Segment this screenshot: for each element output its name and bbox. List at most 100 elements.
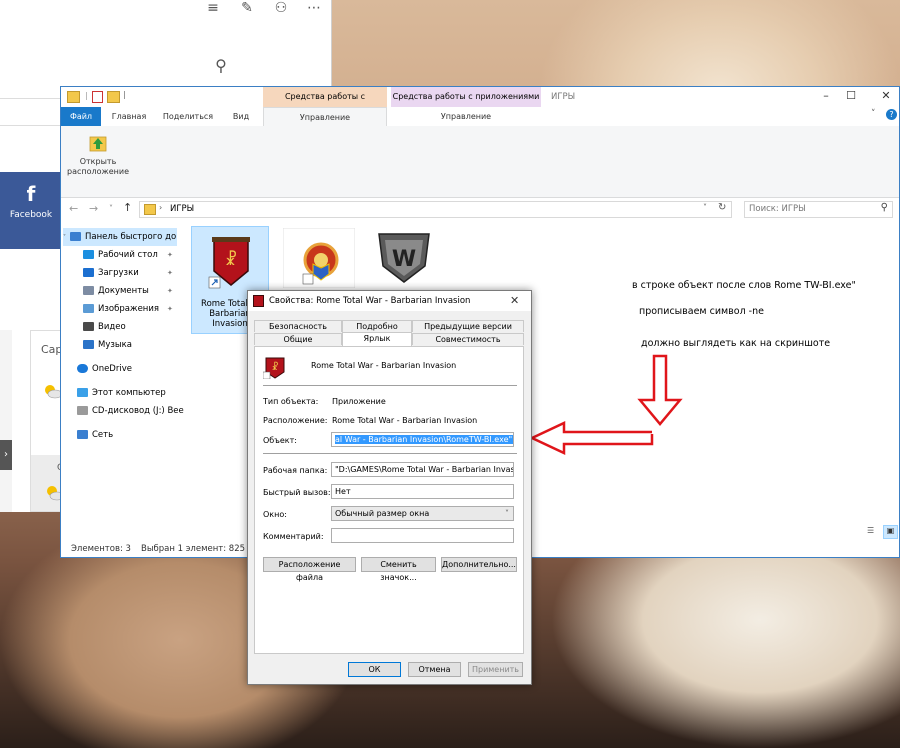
apply-button[interactable]: Применить	[468, 662, 523, 677]
address-folder-icon	[144, 204, 156, 215]
tab-previous-versions[interactable]: Предыдущие версии	[412, 320, 524, 332]
open-location-button[interactable]: Открыть расположение	[65, 130, 131, 190]
details-view-icon[interactable]: ☰	[867, 526, 879, 537]
nav-label: Видео	[98, 322, 126, 332]
tab-details[interactable]: Подробно	[342, 320, 412, 332]
change-icon-button[interactable]: Сменить значок...	[361, 557, 436, 582]
nav-label: Этот компьютер	[92, 388, 166, 398]
breadcrumb-chevron-icon: ›	[159, 203, 163, 212]
tab-manage-app[interactable]: Управление	[391, 107, 541, 126]
web-note-icon[interactable]: ✎	[238, 0, 256, 16]
qat-separator: |	[85, 91, 88, 100]
tab-file[interactable]: Файл	[61, 107, 101, 126]
left-arrow-icon	[529, 421, 654, 455]
tab-general[interactable]: Общие	[254, 333, 342, 345]
hotkey-field[interactable]: Нет	[331, 484, 514, 499]
breadcrumb-folder[interactable]: ИГРЫ	[170, 204, 194, 214]
nav-network[interactable]: Сеть	[77, 426, 113, 444]
images-icon	[83, 304, 94, 313]
facebook-tile[interactable]: f Facebook	[0, 172, 62, 249]
help-icon[interactable]: ?	[886, 109, 897, 120]
more-icon[interactable]: ⋯	[305, 0, 323, 16]
nav-desktop[interactable]: Рабочий стол	[83, 246, 158, 264]
dialog-close-icon[interactable]: ✕	[510, 291, 519, 311]
tab-view[interactable]: Вид	[223, 107, 259, 126]
properties-qat-icon[interactable]	[92, 91, 103, 103]
nav-this-pc[interactable]: Этот компьютер	[77, 384, 166, 402]
target-value: al War - Barbarian Invasion\RomeTW-BI.ex…	[335, 435, 513, 444]
share-icon[interactable]: ⚇	[272, 0, 290, 16]
cancel-button[interactable]: Отмена	[408, 662, 461, 677]
selection-info: Выбран 1 элемент: 825 ба	[141, 544, 259, 554]
scroll-strip: ›	[0, 330, 12, 512]
svg-text:W: W	[392, 247, 416, 272]
annotation-line-1: в строке объект после слов Rome TW-BI.ex…	[632, 280, 856, 291]
tab-share[interactable]: Поделиться	[157, 107, 219, 126]
expand-icon: ˅	[63, 234, 66, 241]
large-icons-view-icon[interactable]: ▣	[883, 525, 898, 539]
up-icon[interactable]: ↑	[123, 201, 132, 214]
hotkey-label: Быстрый вызов:	[263, 488, 331, 497]
recent-dropdown-icon[interactable]: ˅	[109, 204, 113, 213]
shortcut-large-icon: ☧	[263, 357, 285, 379]
dialog-title: Свойства: Rome Total War - Barbarian Inv…	[269, 296, 471, 306]
pin-icon[interactable]: ✦	[167, 287, 173, 295]
advanced-button[interactable]: Дополнительно...	[441, 557, 517, 572]
scroll-arrow-icon[interactable]: ›	[0, 440, 12, 470]
tab-home[interactable]: Главная	[105, 107, 153, 126]
nav-onedrive[interactable]: OneDrive	[77, 360, 132, 378]
qat-dropdown-icon[interactable]: |	[123, 90, 126, 99]
file-item-2[interactable]	[282, 227, 356, 289]
shortcut-panel: ☧ Rome Total War - Barbarian Invasion Ти…	[254, 346, 524, 654]
nav-label: CD-дисковод (J:) Bee	[92, 406, 184, 416]
nav-downloads[interactable]: Загрузки	[83, 264, 139, 282]
svg-text:☧: ☧	[271, 361, 278, 373]
svg-text:☧: ☧	[225, 250, 238, 269]
address-row: ← → ˅ ↑ › ИГРЫ ˅ ↻ Поиск: ИГРЫ ⚲	[61, 198, 899, 220]
tab-shortcut[interactable]: Ярлык	[342, 332, 412, 346]
ribbon-tabs: Файл Главная Поделиться Вид Управление У…	[61, 107, 899, 127]
forward-icon[interactable]: →	[89, 202, 98, 215]
ok-button[interactable]: ОК	[348, 662, 401, 677]
address-dropdown-icon[interactable]: ˅	[703, 203, 707, 212]
search-icon: ⚲	[880, 202, 888, 213]
folder-icon	[67, 91, 80, 103]
nav-images[interactable]: Изображения	[83, 300, 159, 318]
nav-documents[interactable]: Документы	[83, 282, 149, 300]
nav-video[interactable]: Видео	[83, 318, 126, 336]
target-label: Объект:	[263, 436, 297, 445]
pin-icon[interactable]: ✦	[167, 251, 173, 259]
add-user-icon[interactable]: ⚲	[212, 58, 230, 74]
file-item-3[interactable]: W	[371, 226, 437, 288]
tab-compatibility[interactable]: Совместимость	[412, 333, 524, 345]
address-bar[interactable]: › ИГРЫ ˅ ↻	[139, 201, 732, 218]
tab-manage-shortcut[interactable]: Управление	[263, 107, 387, 126]
maximize-icon[interactable]: ☐	[836, 89, 866, 102]
search-box[interactable]: Поиск: ИГРЫ ⚲	[744, 201, 893, 218]
ribbon-collapse-icon[interactable]: ˅	[871, 109, 876, 119]
nav-music[interactable]: Музыка	[83, 336, 132, 354]
documents-icon	[83, 286, 94, 295]
download-icon	[83, 268, 94, 277]
type-value: Приложение	[332, 397, 386, 406]
nav-quick-access[interactable]: ˅ Панель быстрого до	[63, 228, 177, 246]
close-icon[interactable]: ✕	[871, 89, 900, 102]
target-field[interactable]: al War - Barbarian Invasion\RomeTW-BI.ex…	[331, 432, 514, 447]
pin-icon[interactable]: ✦	[167, 305, 173, 313]
hub-icon[interactable]: ≡	[204, 0, 222, 16]
nav-label: Изображения	[98, 304, 160, 314]
refresh-icon[interactable]: ↻	[718, 202, 726, 213]
open-file-location-button[interactable]: Расположение файла	[263, 557, 356, 582]
back-icon[interactable]: ←	[69, 202, 78, 215]
window-select[interactable]: Обычный размер окна ˅	[331, 506, 514, 521]
type-label: Тип объекта:	[263, 397, 319, 406]
tab-security[interactable]: Безопасность	[254, 320, 342, 332]
annotation-line-2: прописываем символ -ne	[639, 306, 764, 317]
desktop-icon	[83, 250, 94, 259]
onedrive-icon	[77, 364, 88, 373]
pin-icon[interactable]: ✦	[167, 269, 173, 277]
workdir-field[interactable]: "D:\GAMES\Rome Total War - Barbarian Inv…	[331, 462, 514, 477]
comment-field[interactable]	[331, 528, 514, 543]
new-folder-qat-icon[interactable]	[107, 91, 120, 103]
nav-cd-drive[interactable]: CD-дисковод (J:) Bee	[77, 402, 184, 420]
